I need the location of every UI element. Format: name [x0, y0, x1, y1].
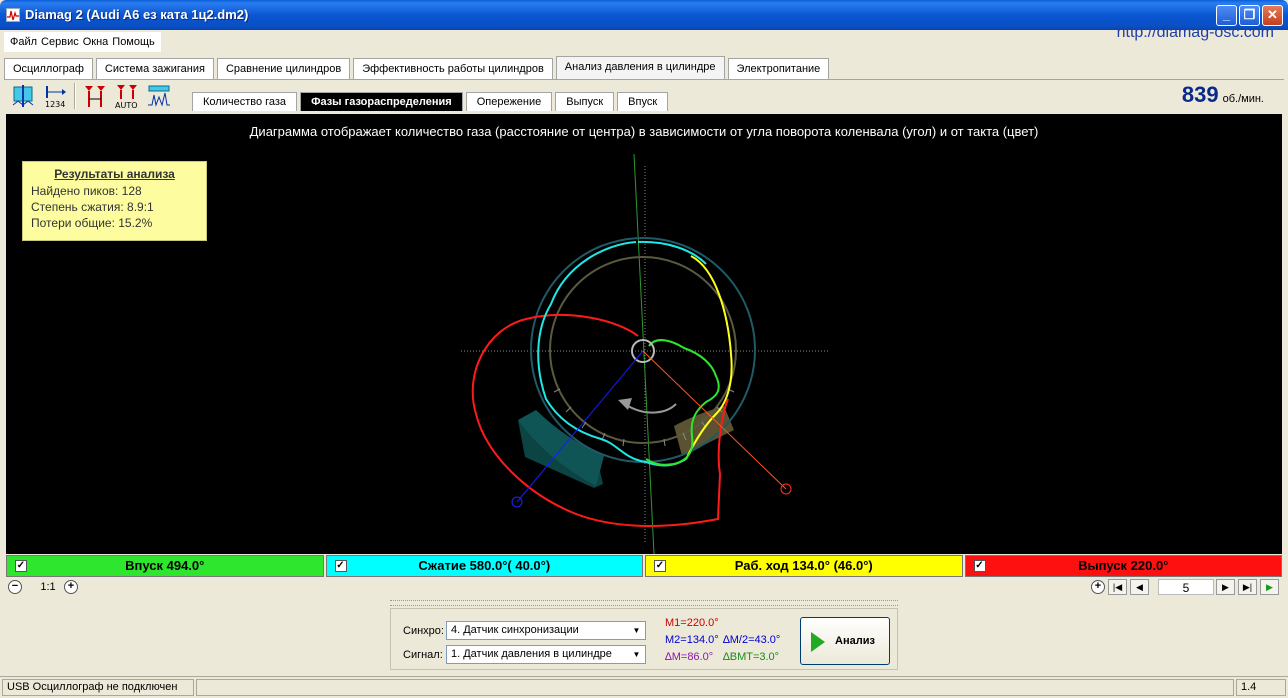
- tab-divider: [4, 79, 1284, 80]
- tab-gas-quantity[interactable]: Количество газа: [192, 92, 298, 111]
- rpm-display: 839 об./мин.: [1182, 82, 1264, 108]
- analysis-results-panel: Результаты анализа Найдено пиков: 128 Ст…: [22, 161, 207, 241]
- phase-bar: ✓ Впуск 494.0° ✓ Сжатие 580.0°( 40.0°) ✓…: [6, 555, 1282, 577]
- toolbar: 1234 AUTO: [8, 82, 174, 112]
- valve-timing-diagram[interactable]: Диаграмма отображает количество газа (ра…: [6, 114, 1282, 554]
- play-icon: [811, 632, 825, 652]
- zoom-out-icon[interactable]: −: [8, 580, 22, 594]
- rotation-direction-arrow: [627, 403, 677, 414]
- last-cycle-button[interactable]: ▶|: [1238, 579, 1257, 595]
- results-title: Результаты анализа: [54, 167, 175, 181]
- app-window: Diamag 2 (Audi A6 ез ката 1ц2.dm2) _ ❐ ✕…: [0, 0, 1288, 698]
- results-peaks: Найдено пиков: 128: [31, 184, 142, 198]
- auto-markers-icon[interactable]: AUTO: [112, 82, 142, 110]
- connection-status: USB Осциллограф не подключен: [2, 679, 194, 696]
- marker-half-delta: ∆M/2=43.0°: [723, 634, 781, 646]
- tab-exhaust[interactable]: Выпуск: [555, 92, 615, 111]
- phase-exhaust-label: Выпуск 220.0°: [1078, 558, 1169, 573]
- marker-m1: M1=220.0°: [665, 617, 719, 629]
- chevron-down-icon[interactable]: ▼: [630, 624, 643, 637]
- zoom-in-icon[interactable]: +: [64, 580, 78, 594]
- first-cycle-button[interactable]: |◀: [1108, 579, 1127, 595]
- phase-intake-checkbox[interactable]: ✓: [15, 560, 27, 572]
- phase-power-stroke-checkbox[interactable]: ✓: [654, 560, 666, 572]
- tab-oscilloscope[interactable]: Осциллограф: [4, 58, 93, 79]
- analysis-control-panel: Синхро: 4. Датчик синхронизации ▼ Сигнал…: [390, 608, 898, 670]
- sync-select[interactable]: 4. Датчик синхронизации ▼: [446, 621, 646, 640]
- maximize-button[interactable]: ❐: [1239, 5, 1260, 26]
- toolbar-separator: [74, 83, 76, 109]
- tab-cylinder-efficiency[interactable]: Эффективность работы цилиндров: [353, 58, 553, 79]
- cycle-number[interactable]: 5: [1158, 579, 1214, 595]
- menu-service[interactable]: Сервис: [41, 36, 79, 48]
- add-cycle-icon[interactable]: +: [1091, 580, 1105, 594]
- analyze-button[interactable]: Анализ: [800, 617, 890, 665]
- results-total-losses: Потери общие: 15.2%: [31, 216, 153, 230]
- phase-compression-checkbox[interactable]: ✓: [334, 560, 347, 572]
- marker-delta: ∆M=86.0°: [665, 651, 714, 663]
- signal-select-value: 1. Датчик давления в цилиндре: [451, 648, 612, 660]
- zoom-navigation-row: − 1:1 + + |◀ ◀ 5 ▶ ▶| ▶: [6, 579, 1282, 595]
- svg-text:AUTO: AUTO: [115, 101, 138, 109]
- sub-tabs: Количество газа Фазы газораспределения О…: [192, 92, 671, 112]
- filter-icon[interactable]: [144, 82, 174, 110]
- signal-label: Сигнал:: [403, 649, 443, 661]
- version-label: 1.4: [1236, 679, 1286, 696]
- tab-intake[interactable]: Впуск: [617, 92, 669, 111]
- play-icon[interactable]: ▶: [1260, 579, 1279, 595]
- sync-label: Синхро:: [403, 625, 444, 637]
- tab-advance[interactable]: Опережение: [465, 92, 553, 111]
- status-bar: USB Осциллограф не подключен 1.4: [0, 676, 1288, 698]
- phase-power-stroke-label: Раб. ход 134.0° (46.0°): [734, 558, 873, 573]
- phase-compression-label: Сжатие 580.0°( 40.0°): [418, 558, 551, 573]
- menu-help[interactable]: Помощь: [112, 36, 155, 48]
- numbering-icon[interactable]: 1234: [40, 82, 70, 110]
- markers-icon[interactable]: [80, 82, 110, 110]
- chevron-down-icon[interactable]: ▼: [630, 648, 643, 661]
- menu-bar: Файл Сервис Окна Помощь: [0, 30, 1288, 54]
- panel-splitter[interactable]: [390, 600, 898, 606]
- previous-cycle-button[interactable]: ◀: [1130, 579, 1149, 595]
- diagram-caption: Диаграмма отображает количество газа (ра…: [249, 124, 1039, 139]
- analyze-button-label: Анализ: [835, 635, 875, 647]
- sync-marker-icon[interactable]: [8, 82, 38, 110]
- green-axis-line: [633, 153, 655, 554]
- sync-select-value: 4. Датчик синхронизации: [451, 624, 579, 636]
- marker-m2: M2=134.0°: [665, 634, 719, 646]
- tab-ignition[interactable]: Система зажигания: [95, 58, 214, 79]
- phase-intake[interactable]: ✓ Впуск 494.0°: [6, 555, 324, 577]
- signal-select[interactable]: 1. Датчик давления в цилиндре ▼: [446, 645, 646, 664]
- next-cycle-button[interactable]: ▶: [1216, 579, 1235, 595]
- window-title: Diamag 2 (Audi A6 ез ката 1ц2.dm2): [25, 7, 249, 22]
- tab-cylinder-compare[interactable]: Сравнение цилиндров: [216, 58, 351, 79]
- phase-exhaust[interactable]: ✓ Выпуск 220.0°: [964, 555, 1282, 577]
- minimize-button[interactable]: _: [1216, 5, 1237, 26]
- exhaust-valve-sector: [674, 406, 734, 456]
- marker-delta-bmt: ∆BMT=3.0°: [723, 651, 780, 663]
- phase-power-stroke[interactable]: ✓ Раб. ход 134.0° (46.0°): [645, 555, 963, 577]
- tab-valve-timing[interactable]: Фазы газораспределения: [300, 92, 463, 111]
- tab-pressure-analysis[interactable]: Анализ давления в цилиндре: [555, 56, 725, 79]
- rpm-value: 839: [1181, 82, 1219, 107]
- rotation-arrow-head: [618, 398, 632, 410]
- app-icon: [6, 8, 20, 22]
- menu-windows[interactable]: Окна: [83, 36, 109, 48]
- status-empty-panel: [196, 679, 1234, 696]
- menu-file[interactable]: Файл: [10, 36, 37, 48]
- main-tabs: Осциллограф Система зажигания Сравнение …: [4, 56, 832, 79]
- title-bar: Diamag 2 (Audi A6 ез ката 1ц2.dm2) _ ❐ ✕: [0, 0, 1288, 30]
- phase-exhaust-checkbox[interactable]: ✓: [973, 560, 986, 572]
- rpm-unit: об./мин.: [1222, 93, 1264, 105]
- phase-intake-label: Впуск 494.0°: [125, 558, 205, 573]
- results-compression-ratio: Степень сжатия: 8.9:1: [31, 200, 154, 214]
- svg-text:1234: 1234: [45, 100, 65, 109]
- close-button[interactable]: ✕: [1262, 5, 1283, 26]
- phase-compression[interactable]: ✓ Сжатие 580.0°( 40.0°): [325, 555, 643, 577]
- website-link[interactable]: http://diamag-osc.com: [1117, 24, 1274, 42]
- inner-circle: [549, 256, 737, 444]
- tab-power-supply[interactable]: Электропитание: [727, 58, 830, 79]
